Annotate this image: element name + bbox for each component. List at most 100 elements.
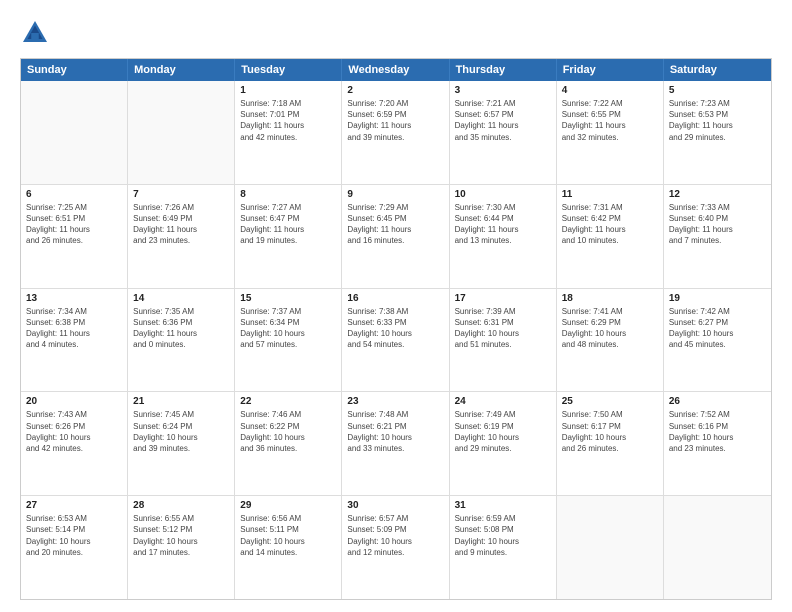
cell-info-line: Sunrise: 7:31 AM	[562, 202, 658, 213]
cell-info-line: Sunset: 5:09 PM	[347, 524, 443, 535]
cell-info-line: Sunset: 6:29 PM	[562, 317, 658, 328]
day-number: 15	[240, 293, 336, 304]
cell-info-line: Sunset: 6:17 PM	[562, 421, 658, 432]
cell-info-line: and 36 minutes.	[240, 443, 336, 454]
day-number: 27	[26, 500, 122, 511]
calendar-cell: 23Sunrise: 7:48 AMSunset: 6:21 PMDayligh…	[342, 392, 449, 495]
cell-info-line: Daylight: 11 hours	[240, 224, 336, 235]
day-number: 4	[562, 85, 658, 96]
calendar-row-2: 6Sunrise: 7:25 AMSunset: 6:51 PMDaylight…	[21, 184, 771, 288]
page: SundayMondayTuesdayWednesdayThursdayFrid…	[0, 0, 792, 612]
cell-info-line: Sunset: 5:11 PM	[240, 524, 336, 535]
cell-info-line: and 17 minutes.	[133, 547, 229, 558]
calendar-cell: 11Sunrise: 7:31 AMSunset: 6:42 PMDayligh…	[557, 185, 664, 288]
calendar-cell: 9Sunrise: 7:29 AMSunset: 6:45 PMDaylight…	[342, 185, 449, 288]
calendar-cell: 17 Sunrise: 7:39 AMSunset: 6:31 PMDayligh…	[450, 289, 557, 392]
calendar-cell: 1Sunrise: 7:18 AMSunset: 7:01 PMDaylight…	[235, 81, 342, 184]
cell-info-line: Daylight: 11 hours	[455, 224, 551, 235]
calendar-cell: 28Sunrise: 6:55 AMSunset: 5:12 PMDayligh…	[128, 496, 235, 599]
cell-info-line: Daylight: 10 hours	[455, 432, 551, 443]
calendar-cell: 18Sunrise: 7:41 AMSunset: 6:29 PMDayligh…	[557, 289, 664, 392]
cell-info-line: Daylight: 10 hours	[455, 536, 551, 547]
cell-info-line: and 42 minutes.	[240, 132, 336, 143]
cell-info-line: Daylight: 10 hours	[562, 328, 658, 339]
day-number: 25	[562, 396, 658, 407]
cell-info-line: Sunset: 6:36 PM	[133, 317, 229, 328]
cell-info-line: Sunset: 6:26 PM	[26, 421, 122, 432]
cell-info-line: and 14 minutes.	[240, 547, 336, 558]
cell-info-line: and 48 minutes.	[562, 339, 658, 350]
day-number: 12	[669, 189, 766, 200]
calendar-cell	[664, 496, 771, 599]
cell-info-line: Daylight: 11 hours	[455, 120, 551, 131]
day-number: 28	[133, 500, 229, 511]
cell-info-line: Sunset: 6:33 PM	[347, 317, 443, 328]
cell-info-line: and 29 minutes.	[669, 132, 766, 143]
day-number: 5	[669, 85, 766, 96]
day-number: 19	[669, 293, 766, 304]
day-number: 9	[347, 189, 443, 200]
day-number: 7	[133, 189, 229, 200]
cell-info-line: Daylight: 11 hours	[669, 224, 766, 235]
day-number: 26	[669, 396, 766, 407]
calendar-cell: 5Sunrise: 7:23 AMSunset: 6:53 PMDaylight…	[664, 81, 771, 184]
day-number: 30	[347, 500, 443, 511]
cell-info-line: Sunrise: 7:38 AM	[347, 306, 443, 317]
cell-info-line: Sunset: 6:55 PM	[562, 109, 658, 120]
calendar-cell: 24Sunrise: 7:49 AMSunset: 6:19 PMDayligh…	[450, 392, 557, 495]
cell-info-line: Sunrise: 6:53 AM	[26, 513, 122, 524]
header-day-sunday: Sunday	[21, 59, 128, 81]
logo	[20, 18, 54, 48]
cell-info-line: Sunset: 6:40 PM	[669, 213, 766, 224]
calendar-cell: 6Sunrise: 7:25 AMSunset: 6:51 PMDaylight…	[21, 185, 128, 288]
cell-info-line: Sunrise: 6:56 AM	[240, 513, 336, 524]
cell-info-line: Sunset: 5:12 PM	[133, 524, 229, 535]
cell-info-line: Sunset: 6:31 PM	[455, 317, 551, 328]
cell-info-line: Sunset: 6:42 PM	[562, 213, 658, 224]
cell-info-line: Sunset: 6:22 PM	[240, 421, 336, 432]
cell-info-line: Daylight: 10 hours	[240, 328, 336, 339]
cell-info-line: Sunrise: 7:39 AM	[455, 306, 551, 317]
cell-info-line: Sunrise: 7:30 AM	[455, 202, 551, 213]
cell-info-line: and 20 minutes.	[26, 547, 122, 558]
cell-info-line: Sunset: 6:21 PM	[347, 421, 443, 432]
calendar-cell: 15Sunrise: 7:37 AMSunset: 6:34 PMDayligh…	[235, 289, 342, 392]
header-day-thursday: Thursday	[450, 59, 557, 81]
cell-info-line: Sunrise: 7:43 AM	[26, 409, 122, 420]
calendar-cell: 21Sunrise: 7:45 AMSunset: 6:24 PMDayligh…	[128, 392, 235, 495]
calendar-body: 1Sunrise: 7:18 AMSunset: 7:01 PMDaylight…	[21, 81, 771, 599]
calendar-row-4: 20Sunrise: 7:43 AMSunset: 6:26 PMDayligh…	[21, 391, 771, 495]
cell-info-line: Sunrise: 7:45 AM	[133, 409, 229, 420]
cell-info-line: Daylight: 11 hours	[133, 224, 229, 235]
cell-info-line: and 26 minutes.	[562, 443, 658, 454]
cell-info-line: Sunrise: 7:23 AM	[669, 98, 766, 109]
cell-info-line: Sunrise: 7:49 AM	[455, 409, 551, 420]
cell-info-line: Sunset: 6:24 PM	[133, 421, 229, 432]
cell-info-line: Daylight: 11 hours	[26, 224, 122, 235]
cell-info-line: Sunrise: 6:57 AM	[347, 513, 443, 524]
cell-info-line: Daylight: 10 hours	[455, 328, 551, 339]
day-number: 17	[455, 293, 551, 304]
cell-info-line: Sunrise: 7:33 AM	[669, 202, 766, 213]
cell-info-line: Daylight: 10 hours	[240, 536, 336, 547]
day-number: 13	[26, 293, 122, 304]
cell-info-line: Sunset: 5:08 PM	[455, 524, 551, 535]
cell-info-line: and 10 minutes.	[562, 235, 658, 246]
calendar-cell: 27Sunrise: 6:53 AMSunset: 5:14 PMDayligh…	[21, 496, 128, 599]
cell-info-line: and 39 minutes.	[133, 443, 229, 454]
cell-info-line: and 26 minutes.	[26, 235, 122, 246]
cell-info-line: Sunset: 6:53 PM	[669, 109, 766, 120]
cell-info-line: Sunrise: 7:52 AM	[669, 409, 766, 420]
header	[20, 18, 772, 48]
header-day-saturday: Saturday	[664, 59, 771, 81]
calendar-cell: 2Sunrise: 7:20 AMSunset: 6:59 PMDaylight…	[342, 81, 449, 184]
day-number: 6	[26, 189, 122, 200]
day-number: 10	[455, 189, 551, 200]
cell-info-line: and 32 minutes.	[562, 132, 658, 143]
calendar-cell: 20Sunrise: 7:43 AMSunset: 6:26 PMDayligh…	[21, 392, 128, 495]
cell-info-line: Sunset: 6:19 PM	[455, 421, 551, 432]
cell-info-line: Sunrise: 7:22 AM	[562, 98, 658, 109]
calendar-header: SundayMondayTuesdayWednesdayThursdayFrid…	[21, 59, 771, 81]
calendar: SundayMondayTuesdayWednesdayThursdayFrid…	[20, 58, 772, 600]
cell-info-line: Daylight: 11 hours	[562, 224, 658, 235]
